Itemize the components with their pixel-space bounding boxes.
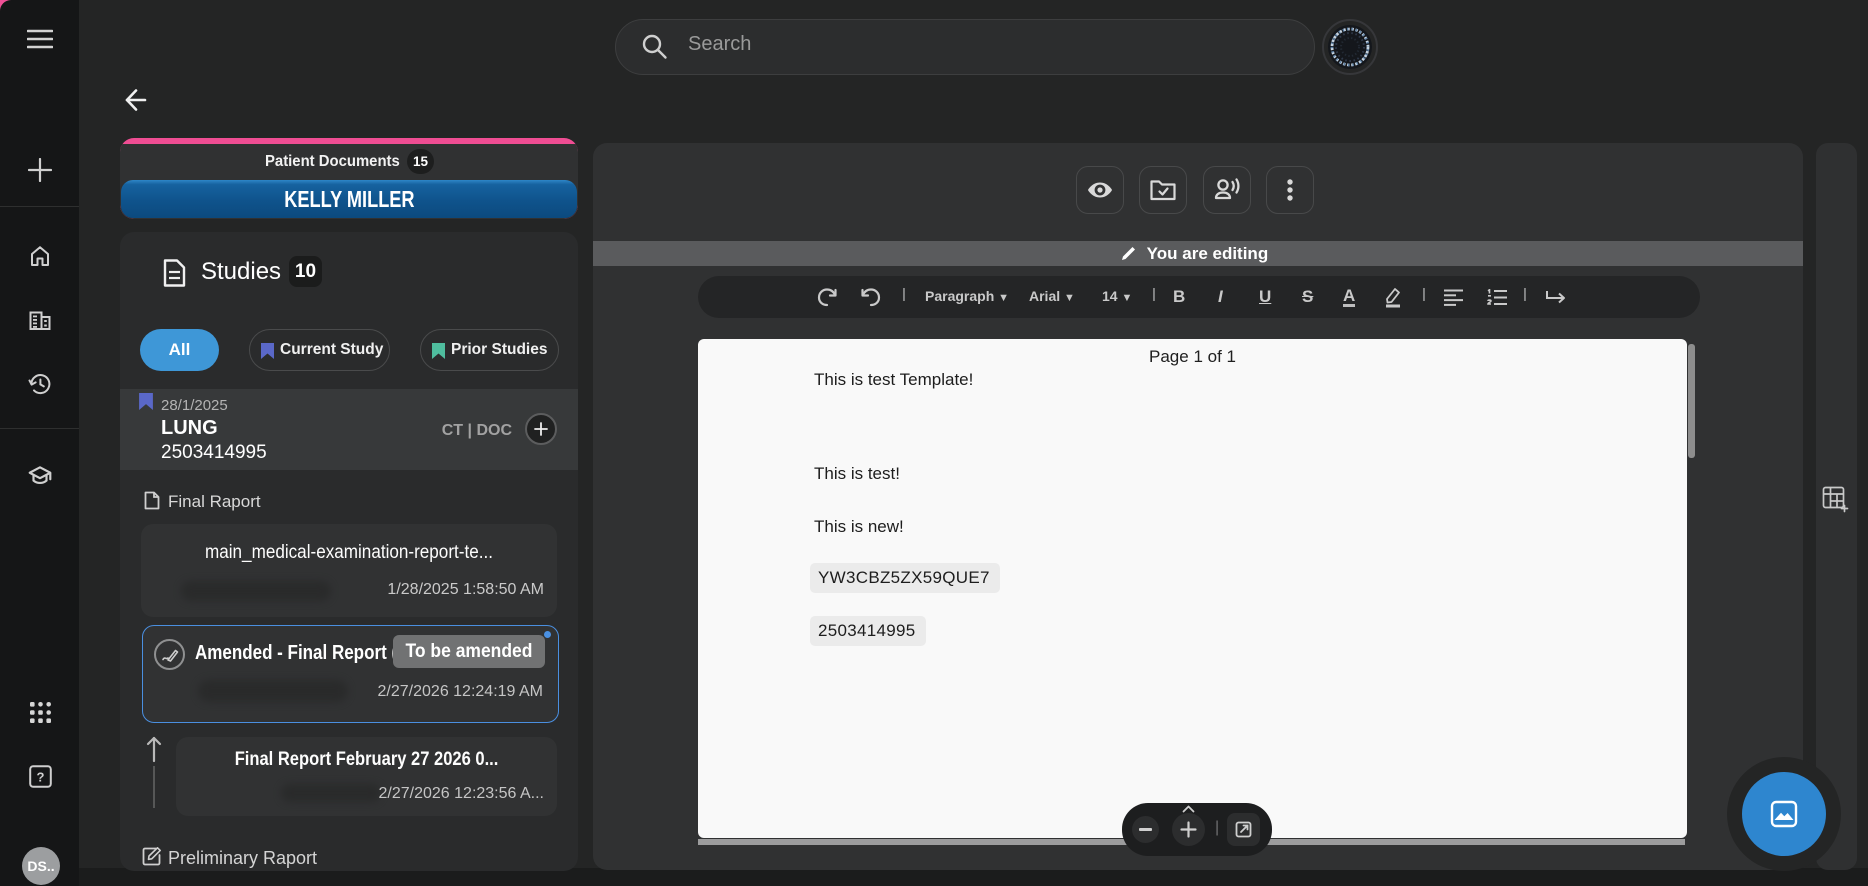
svg-text:?: ? <box>37 769 45 784</box>
